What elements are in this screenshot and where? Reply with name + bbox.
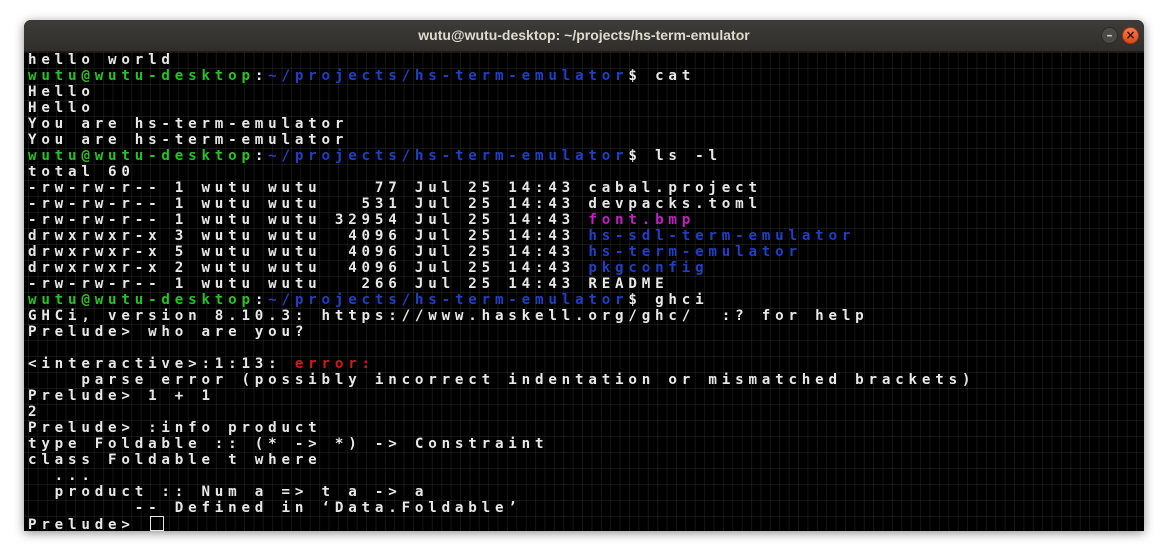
- file-name: README: [588, 276, 669, 292]
- line-text: You are hs-term-emulator: [28, 116, 349, 132]
- terminal-line: You are hs-term-emulator: [28, 116, 975, 132]
- line-text: Prelude> who are you?: [28, 324, 309, 340]
- close-button[interactable]: ×: [1122, 27, 1139, 44]
- terminal-line: -rw-rw-r-- 1 wutu wutu 266 Jul 25 14:43 …: [28, 276, 975, 292]
- close-icon: ×: [1125, 28, 1136, 42]
- line-text: Prelude> 1 + 1: [28, 388, 215, 404]
- line-text: -- Defined in ‘Data.Foldable’: [28, 500, 522, 516]
- file-name: devpacks.toml: [588, 196, 762, 212]
- line-text: GHCi, version 8.10.3: https://www.haskel…: [28, 308, 869, 324]
- prompt-separator: :: [254, 68, 269, 84]
- prompt-user: wutu@wutu-desktop: [28, 292, 255, 308]
- line-text: Prelude> :info product: [28, 420, 322, 436]
- terminal-line: -rw-rw-r-- 1 wutu wutu 77 Jul 25 14:43 c…: [28, 180, 975, 196]
- prompt-user: wutu@wutu-desktop: [28, 68, 255, 84]
- line-text: type Foldable :: (* -> *) -> Constraint: [28, 436, 549, 452]
- line-text: drwxrwxr-x 5 wutu wutu 4096 Jul 25 14:43: [28, 244, 589, 260]
- minimize-icon: –: [1106, 28, 1113, 42]
- line-text: Hello: [28, 84, 95, 100]
- line-text: -rw-rw-r-- 1 wutu wutu 32954 Jul 25 14:4…: [28, 212, 589, 228]
- line-text: total 60: [28, 164, 135, 180]
- line-text: product :: Num a => t a -> a: [28, 484, 429, 500]
- terminal-line: Prelude> 1 + 1: [28, 388, 975, 404]
- terminal-line: -rw-rw-r-- 1 wutu wutu 531 Jul 25 14:43 …: [28, 196, 975, 212]
- terminal-line: Hello: [28, 100, 975, 116]
- line-text: drwxrwxr-x 2 wutu wutu 4096 Jul 25 14:43: [28, 260, 589, 276]
- terminal-line: class Foldable t where: [28, 452, 975, 468]
- terminal-line: Prelude> who are you?: [28, 324, 975, 340]
- terminal-line: GHCi, version 8.10.3: https://www.haskel…: [28, 308, 975, 324]
- terminal-line: Hello: [28, 84, 975, 100]
- prompt-symbol: $: [628, 148, 656, 164]
- line-text: class Foldable t where: [28, 452, 322, 468]
- line-text: -rw-rw-r-- 1 wutu wutu 77 Jul 25 14:43: [28, 180, 589, 196]
- prompt-line: wutu@wutu-desktop:~/projects/hs-term-emu…: [28, 292, 975, 308]
- line-text: -rw-rw-r-- 1 wutu wutu 531 Jul 25 14:43: [28, 196, 589, 212]
- terminal-line: hello world: [28, 52, 975, 68]
- terminal-line: total 60: [28, 164, 975, 180]
- prompt-symbol: $: [628, 68, 656, 84]
- line-text: ...: [28, 468, 95, 484]
- window-title: wutu@wutu-desktop: ~/projects/hs-term-em…: [418, 27, 750, 43]
- prompt-separator: :: [254, 292, 269, 308]
- terminal-line: product :: Num a => t a -> a: [28, 484, 975, 500]
- terminal-output: hello world wutu@wutu-desktop:~/projects/…: [28, 52, 975, 531]
- error-label: error:: [294, 356, 375, 372]
- file-name: pkgconfig: [588, 260, 709, 276]
- terminal-window: wutu@wutu-desktop: ~/projects/hs-term-em…: [24, 20, 1144, 531]
- line-text: hello world: [28, 52, 175, 68]
- line-text: 2: [28, 404, 42, 420]
- terminal-line: -- Defined in ‘Data.Foldable’: [28, 500, 975, 516]
- line-text: <interactive>:1:13:: [28, 356, 295, 372]
- terminal-line: drwxrwxr-x 2 wutu wutu 4096 Jul 25 14:43…: [28, 260, 975, 276]
- terminal-screen[interactable]: hello world wutu@wutu-desktop:~/projects/…: [24, 52, 1144, 531]
- terminal-line: You are hs-term-emulator: [28, 132, 975, 148]
- terminal-line: parse error (possibly incorrect indentat…: [28, 372, 975, 388]
- line-text: drwxrwxr-x 3 wutu wutu 4096 Jul 25 14:43: [28, 228, 589, 244]
- line-text: You are hs-term-emulator: [28, 132, 349, 148]
- terminal-line: drwxrwxr-x 3 wutu wutu 4096 Jul 25 14:43…: [28, 228, 975, 244]
- prompt-line: wutu@wutu-desktop:~/projects/hs-term-emu…: [28, 148, 975, 164]
- terminal-line: Prelude>: [28, 516, 975, 531]
- line-text: -rw-rw-r-- 1 wutu wutu 266 Jul 25 14:43: [28, 276, 589, 292]
- prompt-path: ~/projects/hs-term-emulator: [268, 292, 629, 308]
- line-text: Prelude>: [28, 517, 149, 531]
- terminal-line: type Foldable :: (* -> *) -> Constraint: [28, 436, 975, 452]
- terminal-line: -rw-rw-r-- 1 wutu wutu 32954 Jul 25 14:4…: [28, 212, 975, 228]
- prompt-symbol: $: [628, 292, 656, 308]
- prompt-path: ~/projects/hs-term-emulator: [268, 68, 629, 84]
- minimize-button[interactable]: –: [1101, 27, 1118, 44]
- prompt-user: wutu@wutu-desktop: [28, 148, 255, 164]
- file-name: hs-sdl-term-emulator: [588, 228, 856, 244]
- prompt-separator: :: [254, 148, 269, 164]
- prompt-path: ~/projects/hs-term-emulator: [268, 148, 629, 164]
- terminal-line: Prelude> :info product: [28, 420, 975, 436]
- line-text: parse error (possibly incorrect indentat…: [28, 372, 976, 388]
- file-name: hs-term-emulator: [588, 244, 802, 260]
- file-name: font.bmp: [588, 212, 696, 228]
- terminal-line: 2: [28, 404, 975, 420]
- terminal-line: drwxrwxr-x 5 wutu wutu 4096 Jul 25 14:43…: [28, 244, 975, 260]
- command-text: cat: [655, 68, 696, 84]
- file-name: cabal.project: [588, 180, 762, 196]
- title-bar[interactable]: wutu@wutu-desktop: ~/projects/hs-term-em…: [24, 20, 1144, 52]
- prompt-line: wutu@wutu-desktop:~/projects/hs-term-emu…: [28, 68, 975, 84]
- terminal-line: ...: [28, 468, 975, 484]
- cursor: [150, 516, 165, 531]
- command-text: ls -l: [655, 148, 722, 164]
- command-text: ghci: [655, 292, 709, 308]
- line-text: Hello: [28, 100, 95, 116]
- terminal-line: <interactive>:1:13: error:: [28, 356, 975, 372]
